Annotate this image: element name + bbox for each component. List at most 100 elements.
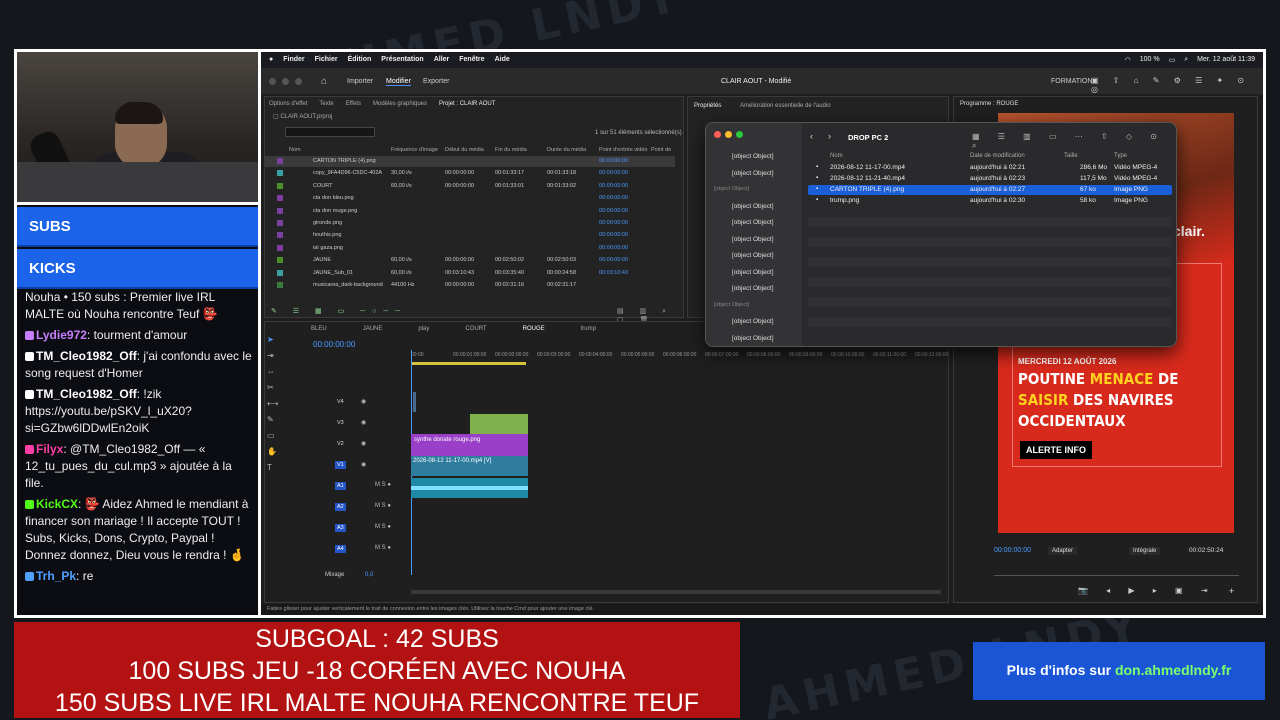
rectangle-icon[interactable]: ▭ [267, 428, 277, 444]
sequence-tab[interactable]: play [418, 326, 429, 332]
finder-toolbar-icons[interactable]: ▦ ☰ ▥ ▭ ⋯ ⇧ ◇ ⊙ ⌕ [972, 132, 1176, 151]
finder-file-row[interactable]: ▪ CARTON TRIPLE (4).png aujourd'hui à 02:2… [808, 185, 1172, 195]
chat-username[interactable]: Lydie972 [36, 328, 87, 342]
panel-tab[interactable]: Projet : CLAIR AOUT [439, 101, 495, 107]
menu-item[interactable]: Édition [348, 56, 372, 64]
slip-icon[interactable]: ⟷ [267, 396, 278, 412]
sequence-tab[interactable]: ROUGE [523, 326, 545, 332]
zoom-icon[interactable] [295, 78, 302, 85]
finder-sidebar-item[interactable]: [object Object] [732, 203, 774, 210]
tools-panel[interactable]: ➤ ⇥ ⇔ ✂ ⟷ ✎ ▭ ✋ T [267, 332, 278, 476]
panel-tab[interactable]: Options d'effet [269, 101, 307, 107]
zoom-icon[interactable] [736, 131, 743, 138]
pen-icon[interactable]: ✎ [267, 412, 277, 428]
column-header[interactable]: Point de [651, 147, 671, 153]
tab-properties[interactable]: Propriétés [694, 103, 721, 109]
chat-username[interactable]: Filyx [36, 442, 63, 456]
menu-item[interactable]: Fenêtre [459, 56, 484, 64]
battery-label[interactable]: 100 % [1140, 56, 1160, 64]
mic-icon[interactable]: M S ● [375, 545, 391, 551]
finder-file-row[interactable]: ▪ 2026-08-12 11-21-40.mp4 aujourd'hui à 02… [808, 174, 1172, 184]
project-search-input[interactable] [285, 127, 375, 137]
close-icon[interactable] [269, 78, 276, 85]
eye-icon[interactable]: ◉ [361, 440, 366, 447]
finder-column-header[interactable]: Nom [830, 153, 843, 159]
column-header[interactable]: Fréquence d'image [391, 147, 438, 153]
back-icon[interactable]: ‹ [810, 131, 813, 141]
forward-icon[interactable]: › [828, 131, 831, 141]
clip-a1[interactable] [411, 478, 528, 498]
project-item[interactable]: CARTON TRIPLE (4).png 00:00:00:00 [265, 156, 675, 167]
chat-username[interactable]: KickCX [36, 497, 78, 511]
chat-username[interactable]: TM_Cleo1982_Off [36, 349, 137, 363]
finder-sidebar-item[interactable]: [object Object] [732, 269, 774, 276]
clip-v3[interactable] [470, 414, 528, 436]
timeline-scrollbar[interactable] [411, 590, 941, 594]
apple-icon[interactable]: ● [269, 56, 273, 64]
menu-item[interactable]: Fichier [315, 56, 338, 64]
transport-controls[interactable]: 📷 ◂ ▶ ▸ ▣ ⇥ [1078, 586, 1216, 595]
menu-item[interactable]: Aide [495, 56, 510, 64]
finder-sidebar-item[interactable]: [object Object] [732, 252, 774, 259]
finder-column-header[interactable]: Taille [1064, 153, 1078, 159]
wifi-icon[interactable]: ◠ [1125, 56, 1131, 64]
clip-v1[interactable]: 2026-08-12 11-17-00.mp4 [V] [411, 456, 528, 476]
panel-tab[interactable]: Texte [319, 101, 333, 107]
project-item[interactable]: cta don rouge.png 00:00:00:00 [265, 206, 675, 217]
clip-v4[interactable] [413, 392, 416, 412]
sequence-tab[interactable]: COURT [465, 326, 486, 332]
project-item[interactable]: musicarea_dark-background 44100 Hz 00:00:0… [265, 280, 675, 291]
program-scrubber[interactable] [994, 575, 1239, 576]
project-item[interactable]: gironde.png 00:00:00:00 [265, 218, 675, 229]
project-item[interactable]: copy_9FA4D96-C5DC-402A 30,00 i/s 00:00:00:… [265, 168, 675, 179]
sequence-tab[interactable]: JAUNE [363, 326, 383, 332]
panel-tab[interactable]: Effets [346, 101, 361, 107]
battery-icon[interactable]: ▭ [1169, 56, 1176, 64]
video-track-label[interactable]: V4 [335, 398, 346, 406]
add-button-icon[interactable]: + [1229, 586, 1234, 596]
finder-sidebar-item[interactable]: [object Object] [732, 153, 774, 160]
project-item[interactable]: houthis.png 00:00:00:00 [265, 230, 675, 241]
finder-sidebar-item[interactable]: [object Object] [732, 318, 774, 325]
sequence-tab[interactable]: BLEU [311, 326, 327, 332]
tab-audio-enhance[interactable]: Amélioration essentielle de l'audio [740, 103, 831, 109]
audio-track-label[interactable]: A4 [335, 545, 346, 553]
tab-modifier[interactable]: Modifier [386, 78, 411, 86]
minimize-icon[interactable] [282, 78, 289, 85]
menu-item[interactable]: Présentation [381, 56, 423, 64]
finder-sidebar-item[interactable]: [object Object] [732, 236, 774, 243]
finder-sidebar-item[interactable]: [object Object] [732, 170, 774, 177]
hand-icon[interactable]: ✋ [267, 444, 277, 460]
mic-icon[interactable]: M S ● [375, 503, 391, 509]
project-footer-icons[interactable]: ✎ ☰ ▦ ▭ ─○── [271, 307, 407, 315]
video-track-label[interactable]: V3 [335, 419, 346, 427]
audio-track-label[interactable]: A1 [335, 482, 346, 490]
header-icons[interactable]: ▣ ⇧ ⌂ ✎ ⚙ ☰ ✦ ⊙ ◎ [1091, 76, 1263, 94]
column-header[interactable]: Durée du média [547, 147, 586, 153]
track-select-icon[interactable]: ⇥ [267, 348, 277, 364]
mix-value[interactable]: 0,0 [365, 572, 373, 578]
workspace-label[interactable]: FORMATION [1051, 78, 1092, 85]
finder-sidebar-item[interactable]: [object Object] [732, 219, 774, 226]
finder-file-row[interactable]: ▪ 2026-08-12 11-17-00.mp4 aujourd'hui à 02… [808, 163, 1172, 173]
eye-icon[interactable]: ◉ [361, 398, 366, 405]
clock[interactable]: Mer. 12 août 11:39 [1197, 56, 1255, 64]
audio-track-label[interactable]: A3 [335, 524, 346, 532]
audio-track-label[interactable]: A2 [335, 503, 346, 511]
project-item[interactable]: iaï gaza.png 00:00:00:00 [265, 243, 675, 254]
column-header[interactable]: Début du média [445, 147, 484, 153]
finder-sidebar-item[interactable]: [object Object] [732, 285, 774, 292]
mic-icon[interactable]: M S ● [375, 524, 391, 530]
mic-icon[interactable]: M S ● [375, 482, 391, 488]
ripple-icon[interactable]: ⇔ [267, 364, 277, 380]
search-icon[interactable]: ⌕ [1184, 56, 1188, 64]
home-icon[interactable]: ⌂ [321, 76, 327, 87]
tab-importer[interactable]: Importer [347, 78, 373, 85]
close-icon[interactable] [714, 131, 721, 138]
project-item[interactable]: COURT 60,00 i/s 00:00:00:00 00:01:33:01 00:0… [265, 181, 675, 192]
menu-item[interactable]: Finder [283, 56, 304, 64]
tab-exporter[interactable]: Exporter [423, 78, 449, 85]
project-item[interactable]: JAUNE 60,00 i/s 00:00:00:00 00:02:50:02 00:0… [265, 255, 675, 266]
panel-tab[interactable]: Modèles graphiques [373, 101, 427, 107]
finder-sidebar-item[interactable]: [object Object] [732, 335, 774, 342]
